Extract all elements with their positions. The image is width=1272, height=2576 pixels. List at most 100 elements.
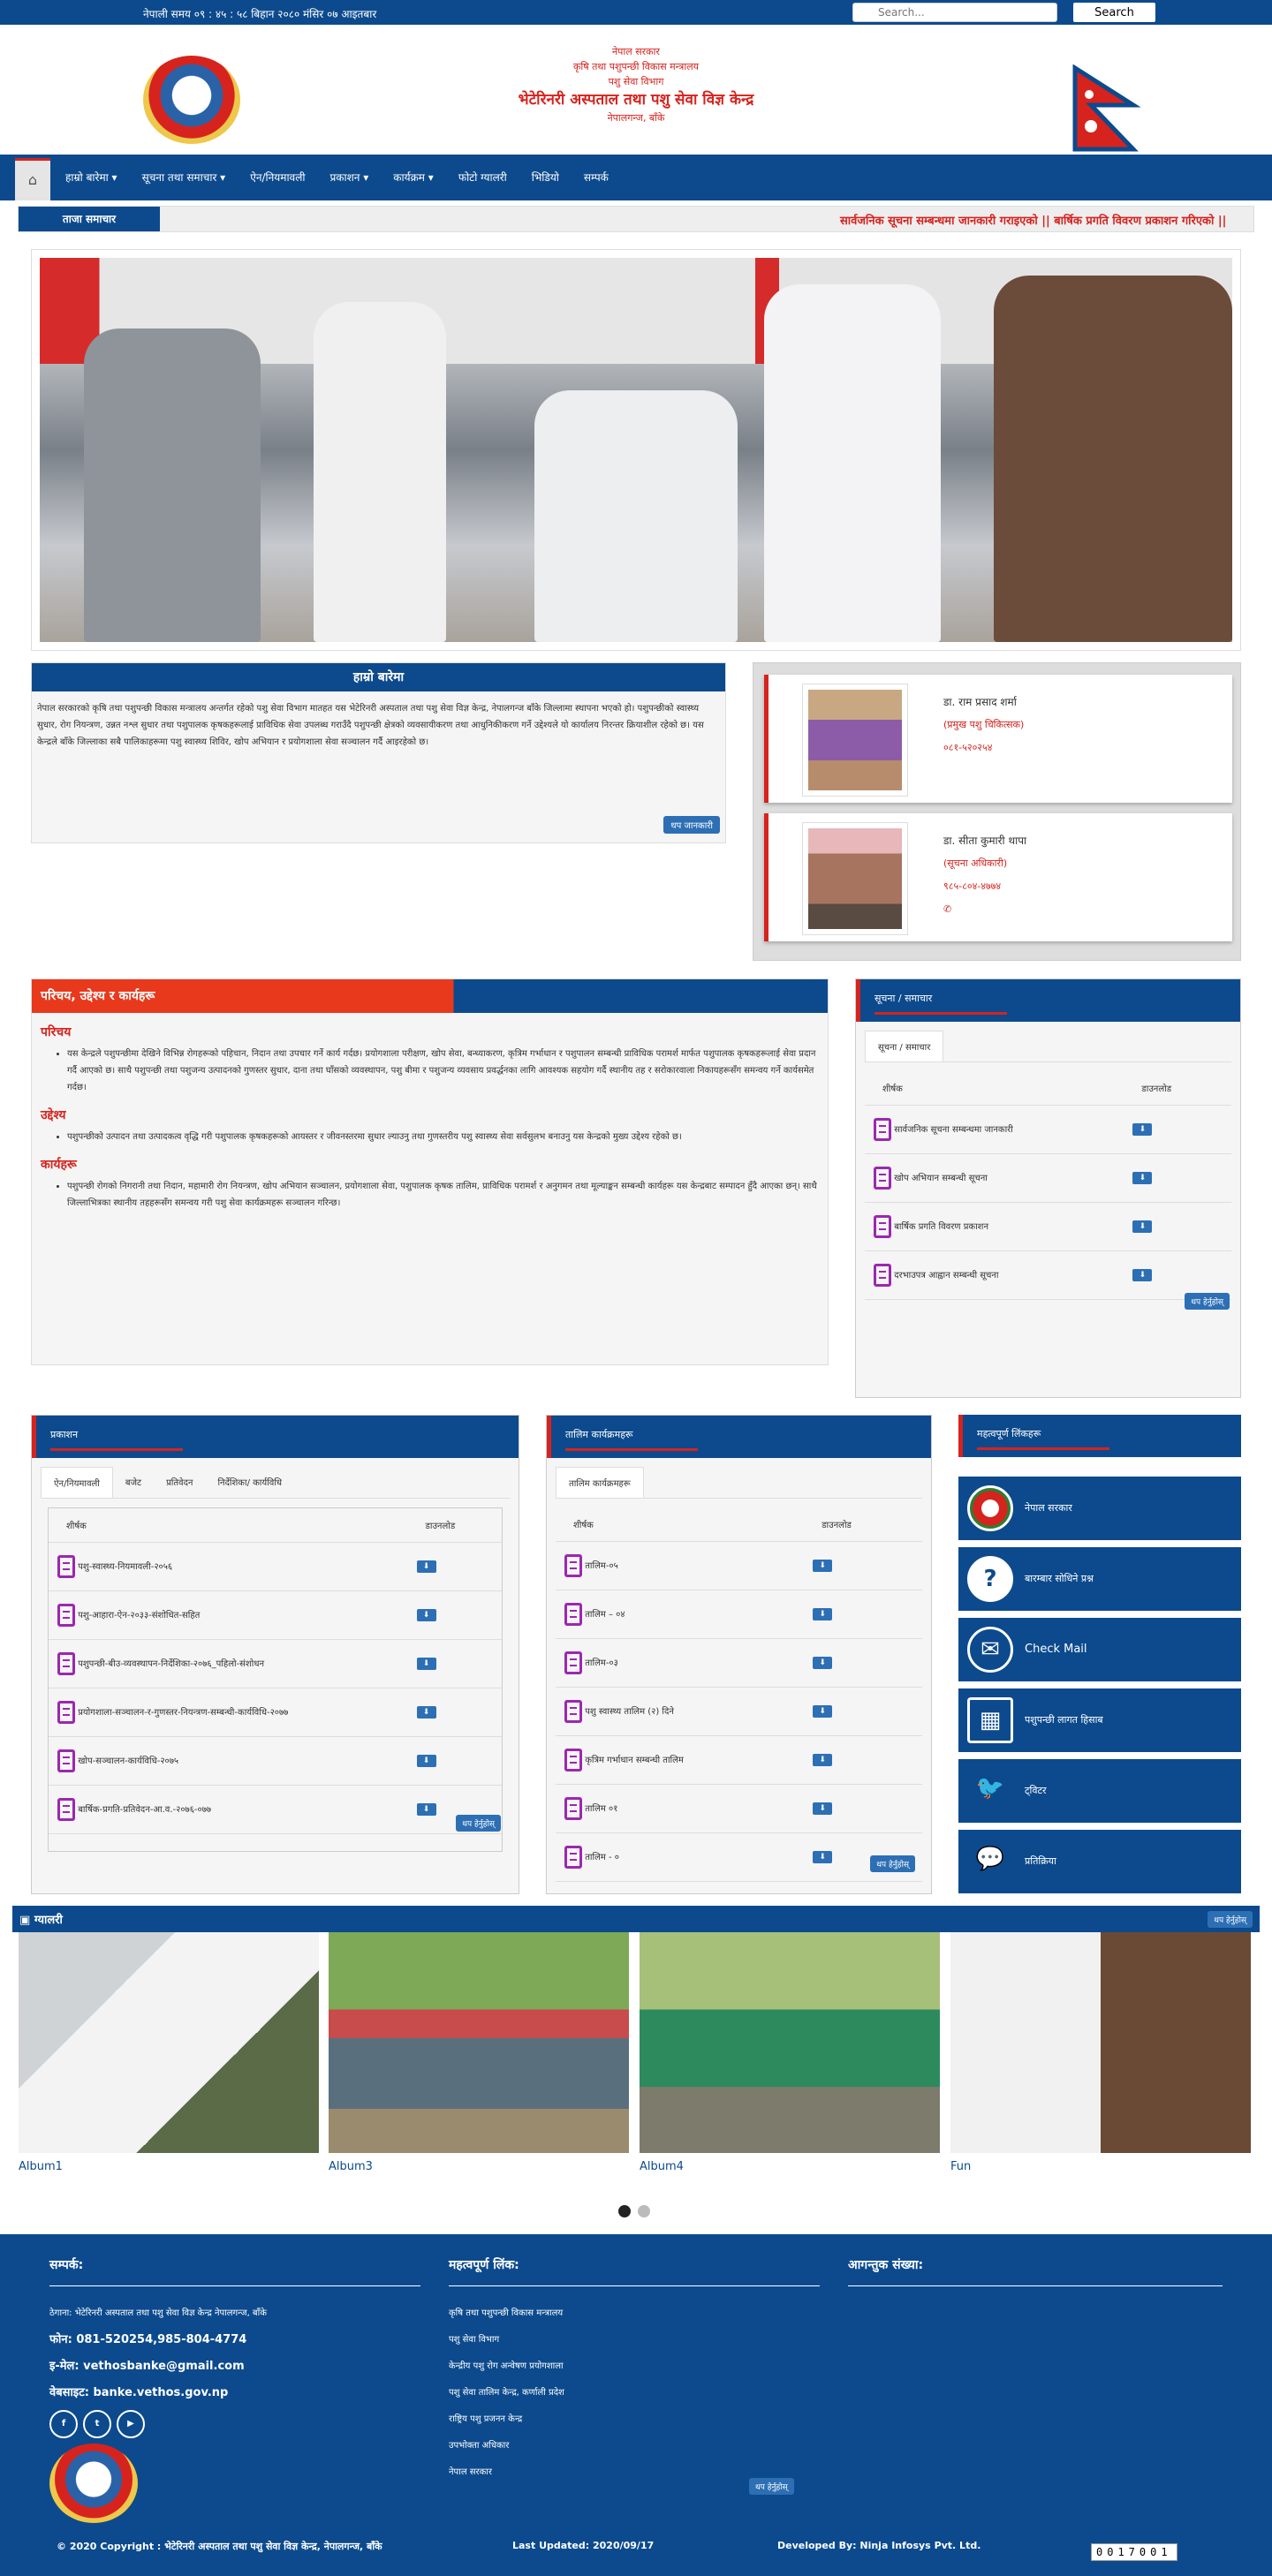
link-faq[interactable]: ? बारम्बार सोधिने प्रश्न xyxy=(958,1547,1241,1611)
footer-link[interactable]: पशु सेवा विभाग xyxy=(449,2327,820,2353)
link-check-mail[interactable]: ✉ Check Mail xyxy=(958,1618,1241,1681)
notice-link[interactable]: बार्षिक प्रगति विवरण प्रकाशन xyxy=(894,1222,988,1232)
footer-email[interactable]: इ-मेल: vethosbanke@gmail.com xyxy=(49,2353,420,2380)
publication-link[interactable]: प्रयोगशाला-सञ्चालन-र-गुणस्तर-नियन्त्रण-स… xyxy=(78,1708,288,1718)
tab-training[interactable]: तालिम कार्यक्रमहरू xyxy=(556,1467,644,1498)
download-icon[interactable]: ⬇ xyxy=(813,1608,833,1620)
footer-phone: फोन: 081-520254,985-804-4774 xyxy=(49,2333,247,2346)
download-icon[interactable]: ⬇ xyxy=(813,1705,833,1718)
download-icon[interactable]: ⬇ xyxy=(1132,1172,1153,1184)
publication-link[interactable]: पशु-स्वास्थ्य-नियमावली-२०५६ xyxy=(78,1562,172,1572)
nav-item-notices[interactable]: सूचना तथा समाचार ▾ xyxy=(130,155,238,200)
download-icon[interactable]: ⬇ xyxy=(813,1802,833,1815)
search-input[interactable] xyxy=(852,3,1057,22)
gallery-view-more-button[interactable]: थप हेर्नुहोस् xyxy=(1208,1911,1253,1928)
header-line-2: कृषि तथा पशुपन्छी विकास मन्त्रालय xyxy=(572,61,700,72)
link-twitter[interactable]: 🐦 ट्विटर xyxy=(958,1759,1241,1823)
download-icon[interactable]: ⬇ xyxy=(813,1560,833,1572)
youtube-icon[interactable]: ▶ xyxy=(117,2410,145,2438)
link-feedback[interactable]: 💬 प्रतिक्रिया xyxy=(958,1830,1241,1893)
album-title[interactable]: Fun xyxy=(950,2160,1251,2173)
footer-website[interactable]: वेबसाइट: banke.vethos.gov.np xyxy=(49,2380,420,2406)
nav-item-video[interactable]: भिडियो xyxy=(519,155,572,200)
hero-slider[interactable] xyxy=(31,249,1241,651)
notices-view-more-button[interactable]: थप हेर्नुहोस् xyxy=(1185,1293,1230,1310)
training-link[interactable]: पशु स्वास्थ्य तालिम (२) दिने xyxy=(585,1707,674,1717)
download-icon[interactable]: ⬇ xyxy=(416,1706,436,1719)
album-title[interactable]: Album1 xyxy=(19,2160,319,2173)
mail-icon: ✉ xyxy=(967,1627,1013,1673)
copyright: © 2020 Copyright : भेटेरिनरी अस्पताल तथा… xyxy=(57,2541,382,2552)
search-button[interactable]: Search xyxy=(1073,3,1155,22)
publications-view-more-button[interactable]: थप हेर्नुहोस् xyxy=(456,1815,501,1832)
tab-budget[interactable]: बजेट xyxy=(113,1467,154,1498)
official-card: डा. सीता कुमारी थापा (सूचना अधिकारी) ९८५… xyxy=(764,813,1232,941)
tab-notices[interactable]: सूचना / समाचार xyxy=(865,1031,944,1061)
training-link[interactable]: तालिम ०१ xyxy=(585,1804,617,1814)
footer-links: महत्वपूर्ण लिंक: कृषि तथा पशुपन्छी विकास… xyxy=(449,2256,820,2486)
twitter-icon[interactable]: t xyxy=(83,2410,111,2438)
notice-link[interactable]: दरभाउपत्र आह्वान सम्बन्धी सूचना xyxy=(894,1271,998,1280)
nav-item-acts[interactable]: ऐन/नियमावली xyxy=(238,155,317,200)
training-link[interactable]: तालिम-०५ xyxy=(585,1561,618,1571)
download-icon[interactable]: ⬇ xyxy=(416,1658,436,1670)
download-icon[interactable]: ⬇ xyxy=(1132,1123,1153,1136)
carousel-dot[interactable] xyxy=(638,2205,650,2217)
download-icon[interactable]: ⬇ xyxy=(416,1755,436,1767)
download-icon[interactable]: ⬇ xyxy=(416,1609,436,1621)
news-ticker-text[interactable]: सार्वजनिक सूचना सम्बन्धमा जानकारी गराइएक… xyxy=(840,212,1226,228)
nav-item-about[interactable]: हाम्रो बारेमा ▾ xyxy=(53,155,130,200)
about-read-more-button[interactable]: थप जानकारी xyxy=(663,816,720,834)
training-link[interactable]: कृत्रिम गर्भाधान सम्बन्धी तालिम xyxy=(585,1756,684,1765)
file-icon xyxy=(57,1749,75,1772)
tab-acts[interactable]: ऐन/नियमावली xyxy=(41,1467,113,1498)
site-footer: सम्पर्क: ठेगाना: भेटेरिनरी अस्पताल तथा प… xyxy=(0,2234,1272,2576)
album-title[interactable]: Album4 xyxy=(640,2160,940,2173)
nav-item-photo-gallery[interactable]: फोटो ग्यालरी xyxy=(446,155,519,200)
download-icon[interactable]: ⬇ xyxy=(813,1657,833,1669)
home-icon[interactable]: ⌂ xyxy=(15,158,50,200)
nav-item-publications[interactable]: प्रकाशन ▾ xyxy=(317,155,381,200)
publication-link[interactable]: पशुपन्छी-बीउ-व्यवस्थापन-निर्देशिका-२०७६_… xyxy=(78,1659,264,1669)
developer-credit[interactable]: Developed By: Ninja Infosys Pvt. Ltd. xyxy=(777,2540,980,2551)
intro-text: यस केन्द्रले पशुपन्छीमा देखिने विभिन्न र… xyxy=(67,1046,819,1096)
tab-reports[interactable]: प्रतिवेदन xyxy=(154,1467,205,1498)
album-card[interactable]: Album1 xyxy=(19,1932,319,2173)
notice-link[interactable]: खोप अभियान सम्बन्धी सूचना xyxy=(894,1174,988,1183)
link-nepal-government[interactable]: नेपाल सरकार xyxy=(958,1477,1241,1540)
footer-link[interactable]: उपभोक्ता अधिकार xyxy=(449,2433,820,2459)
download-icon[interactable]: ⬇ xyxy=(813,1851,833,1863)
training-link[interactable]: तालिम-०३ xyxy=(585,1658,618,1668)
download-icon[interactable]: ⬇ xyxy=(1132,1220,1153,1233)
facebook-icon[interactable]: f xyxy=(49,2410,78,2438)
publication-link[interactable]: खोप-सञ्चालन-कार्यविधि-२०७५ xyxy=(78,1756,178,1766)
album-title[interactable]: Album3 xyxy=(329,2160,629,2173)
official-phone[interactable]: ०८१-५२०२५४ xyxy=(943,737,1024,759)
album-card[interactable]: Album3 xyxy=(329,1932,629,2173)
album-card[interactable]: Album4 xyxy=(640,1932,940,2173)
training-link[interactable]: तालिम - ० xyxy=(585,1853,619,1862)
publication-link[interactable]: बार्षिक-प्रगति-प्रतिवेदन-आ.व.-२०७६-०७७ xyxy=(78,1805,211,1815)
nav-item-contact[interactable]: सम्पर्क xyxy=(572,155,621,200)
table-row: पशु स्वास्थ्य तालिम (२) दिने ⬇ xyxy=(556,1687,922,1736)
download-icon[interactable]: ⬇ xyxy=(1132,1269,1153,1281)
notice-link[interactable]: सार्वजनिक सूचना सम्बन्धमा जानकारी xyxy=(894,1125,1013,1135)
footer-link[interactable]: पशु सेवा तालिम केन्द्र, कर्णाली प्रदेश xyxy=(449,2380,820,2406)
download-icon[interactable]: ⬇ xyxy=(813,1754,833,1766)
footer-link[interactable]: केन्द्रीय पशु रोग अन्वेषण प्रयोगशाला xyxy=(449,2353,820,2380)
footer-link[interactable]: कृषि तथा पशुपन्छी विकास मन्त्रालय xyxy=(449,2300,820,2327)
nav-item-programs[interactable]: कार्यक्रम ▾ xyxy=(381,155,446,200)
publication-link[interactable]: पशु-आहारा-ऐन-२०३३-संशोधित-सहित xyxy=(78,1611,200,1620)
download-icon[interactable]: ⬇ xyxy=(416,1803,436,1816)
official-photo xyxy=(802,822,908,935)
download-icon[interactable]: ⬇ xyxy=(416,1560,436,1573)
tab-guidelines[interactable]: निर्देशिका/ कार्यविधि xyxy=(205,1467,294,1498)
footer-link[interactable]: राष्ट्रिय पशु प्रजनन केन्द्र xyxy=(449,2406,820,2433)
carousel-dot[interactable] xyxy=(618,2205,631,2217)
official-phone[interactable]: ९८५-८०४-४७७४ xyxy=(943,875,1026,898)
album-card[interactable]: Fun xyxy=(950,1932,1251,2173)
training-link[interactable]: तालिम – ०४ xyxy=(585,1610,625,1620)
link-calculator[interactable]: ▦ पशुपन्छी लागत हिसाब xyxy=(958,1688,1241,1752)
training-view-more-button[interactable]: थप हेर्नुहोस् xyxy=(870,1855,915,1872)
footer-links-more-button[interactable]: थप हेर्नुहोस् xyxy=(749,2478,794,2495)
